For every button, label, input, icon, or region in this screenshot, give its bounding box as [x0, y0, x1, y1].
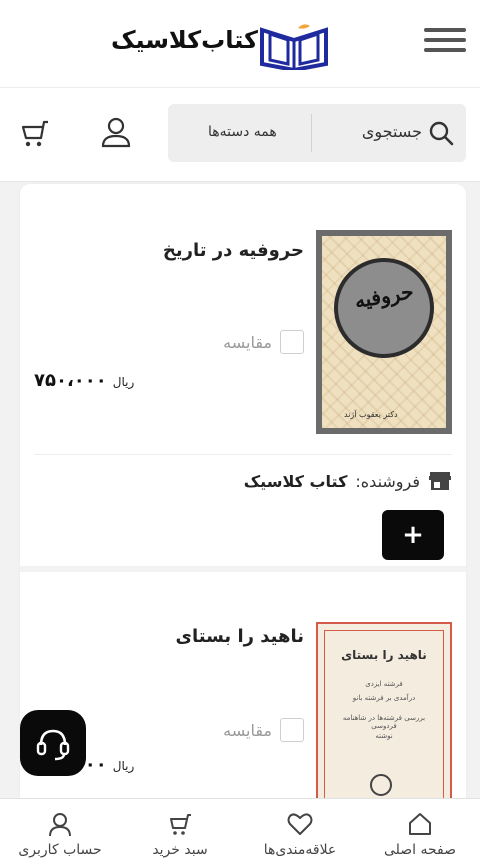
store-icon	[429, 472, 451, 490]
compare-label: مقایسه	[223, 332, 272, 352]
publisher-logo	[370, 774, 392, 796]
cover-line: درآمدی بر فرشته بانو	[352, 694, 416, 702]
price-currency: ریال	[112, 375, 135, 389]
add-to-cart-button[interactable]: +	[382, 510, 444, 560]
logo[interactable]: کتاب‌کلاسیک	[110, 20, 332, 70]
heart-icon	[287, 812, 313, 835]
nav-label: حساب کاربری	[18, 841, 102, 858]
nav-account[interactable]: حساب کاربری	[0, 799, 120, 868]
cover-line: فرشته ایزدی	[365, 680, 403, 688]
home-icon	[409, 812, 431, 835]
product-list: حروفیه دکتر یعقوب آژند حروفیه در تاریخ م…	[20, 184, 466, 824]
category-dropdown[interactable]: همه دسته‌ها	[208, 124, 277, 140]
cover-author: دکتر یعقوب آژند	[344, 410, 398, 419]
book-cover-image[interactable]: ناهید را بستای فرشته ایزدی درآمدی بر فرش…	[316, 622, 452, 822]
compare-checkbox[interactable]: مقایسه	[223, 330, 304, 354]
search-icon	[429, 121, 454, 146]
divider	[34, 454, 452, 455]
cover-line: بررسی فرشته‌ها در شاهنامه فردوسی	[342, 714, 426, 730]
nav-label: علاقه‌مندی‌ها	[263, 841, 337, 858]
product-title[interactable]: ناهید را بستای	[44, 626, 305, 647]
cart-icon[interactable]	[18, 116, 52, 150]
seller-name[interactable]: کتاب کلاسیک	[244, 472, 348, 491]
compare-checkbox[interactable]: مقایسه	[223, 718, 304, 742]
menu-icon[interactable]	[424, 28, 466, 58]
checkbox[interactable]	[280, 330, 304, 354]
nav-label: صفحه اصلی	[383, 841, 457, 858]
search-label: جستجوی	[361, 122, 422, 141]
bottom-nav: صفحه اصلی علاقه‌مندی‌ها سبد خرید حساب کا…	[0, 798, 480, 868]
cover-title: ناهید را بستای	[341, 648, 427, 662]
product-card: حروفیه دکتر یعقوب آژند حروفیه در تاریخ م…	[20, 184, 466, 572]
checkbox[interactable]	[280, 718, 304, 742]
nav-cart[interactable]: سبد خرید	[120, 799, 240, 868]
book-logo-icon	[260, 24, 328, 70]
search-input[interactable]: جستجوی همه دسته‌ها	[168, 104, 466, 162]
nav-label: سبد خرید	[152, 841, 208, 858]
cart-icon	[170, 813, 191, 835]
user-icon	[49, 812, 71, 836]
nav-favorites[interactable]: علاقه‌مندی‌ها	[240, 799, 360, 868]
logo-text: کتاب‌کلاسیک	[110, 26, 258, 54]
headset-icon	[36, 729, 70, 761]
search-bar: جستجوی همه دسته‌ها	[0, 88, 480, 182]
header: کتاب‌کلاسیک	[0, 0, 480, 88]
search-divider	[311, 114, 312, 152]
seller-label: فروشنده:	[355, 471, 420, 491]
support-button[interactable]	[20, 710, 86, 776]
product-title[interactable]: حروفیه در تاریخ	[44, 240, 304, 261]
product-price: ریال ۷۵۰،۰۰۰	[34, 370, 134, 391]
user-icon[interactable]	[98, 114, 134, 150]
price-currency: ریال	[112, 759, 135, 773]
nav-home[interactable]: صفحه اصلی	[360, 799, 480, 868]
book-cover-image[interactable]: حروفیه دکتر یعقوب آژند	[316, 230, 452, 434]
price-value: ۷۵۰،۰۰۰	[34, 370, 107, 391]
seller-info: فروشنده: کتاب کلاسیک	[244, 470, 452, 492]
product-card: ناهید را بستای فرشته ایزدی درآمدی بر فرش…	[20, 578, 466, 824]
cover-line: نوشته	[375, 732, 393, 740]
compare-label: مقایسه	[223, 720, 272, 740]
